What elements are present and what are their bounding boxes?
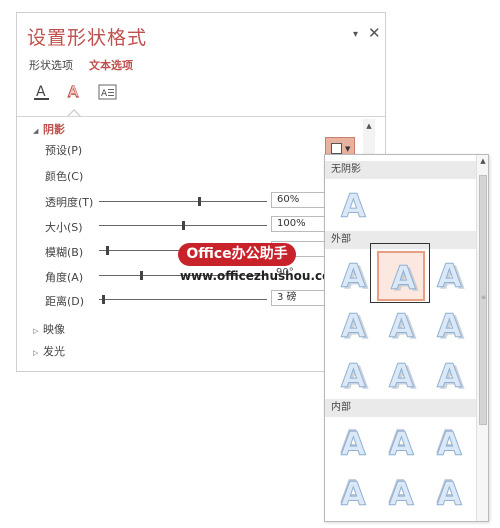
preset-label: 预设(P) <box>45 144 83 157</box>
svg-text:A: A <box>341 357 366 395</box>
hover-highlight-frame <box>370 243 430 303</box>
shadow-preset-outer-5[interactable]: AA <box>377 301 425 351</box>
svg-text:A: A <box>389 425 414 463</box>
section-shadow-label: 阴影 <box>43 123 65 136</box>
size-label: 大小(S) <box>45 221 83 234</box>
svg-text:A: A <box>341 187 366 225</box>
gallery-scroll-thumb[interactable]: ≡ <box>479 175 487 425</box>
watermark-badge: Office办公助手 <box>178 243 296 266</box>
close-icon[interactable]: ✕ <box>368 24 381 42</box>
text-effects-icon[interactable]: A A <box>63 81 85 103</box>
transparency-label: 透明度(T) <box>45 196 94 209</box>
svg-text:A: A <box>437 307 462 345</box>
slider-thumb[interactable] <box>182 221 185 230</box>
grip-icon: ≡ <box>481 294 487 301</box>
gallery-scrollbar[interactable]: ▲ ≡ <box>476 155 488 521</box>
text-fill-outline-icon[interactable]: A <box>31 81 53 103</box>
slider-thumb[interactable] <box>198 197 201 206</box>
shadow-preset-inner-5[interactable]: AA <box>377 469 425 519</box>
svg-text:A: A <box>341 475 366 513</box>
gallery-header-inner: 内部 <box>325 399 476 417</box>
preset-swatch-icon <box>331 143 342 154</box>
scroll-up-icon[interactable]: ▲ <box>363 120 375 132</box>
svg-text:A: A <box>437 475 462 513</box>
svg-text:A: A <box>341 307 366 345</box>
tab-divider <box>17 116 385 117</box>
distance-input[interactable]: 3 磅 <box>271 290 331 306</box>
shadow-preset-inner-3[interactable]: AA <box>425 419 473 469</box>
textbox-icon[interactable]: A <box>97 81 119 103</box>
slider-thumb[interactable] <box>106 246 109 255</box>
gallery-header-none: 无阴影 <box>325 161 476 179</box>
distance-label: 距离(D) <box>45 295 85 308</box>
screenshot-stage: 设置形状格式 ▾ ✕ 形状选项 文本选项 A A A A ▲ ◢ 阴影 预设(P… <box>0 0 500 528</box>
svg-text:A: A <box>341 257 366 295</box>
distance-slider[interactable] <box>99 295 267 304</box>
section-shadow-header[interactable]: ◢ 阴影 <box>33 121 65 137</box>
collapsed-triangle-icon: ▷ <box>33 327 39 335</box>
color-label: 颜色(C) <box>45 170 84 183</box>
section-reflection-header[interactable]: ▷ 映像 <box>33 321 65 337</box>
shadow-preset-inner-1[interactable]: AA <box>329 419 377 469</box>
shadow-preset-outer-6[interactable]: AA <box>425 301 473 351</box>
transparency-input[interactable]: 60% <box>271 192 331 208</box>
svg-text:A: A <box>389 475 414 513</box>
shadow-preset-outer-4[interactable]: AA <box>329 301 377 351</box>
svg-text:A: A <box>437 257 462 295</box>
svg-text:A: A <box>101 89 108 99</box>
shadow-preset-gallery: 无阴影 外部 内部 AAAAAAAAAAAAAAAAAAAAAAAAAAAAAA… <box>324 154 489 522</box>
svg-text:A: A <box>437 425 462 463</box>
pane-title: 设置形状格式 <box>27 27 148 49</box>
tab-shape-options[interactable]: 形状选项 <box>29 57 73 73</box>
shadow-preset-outer-9[interactable]: AA <box>425 351 473 401</box>
svg-text:A: A <box>69 85 78 100</box>
svg-text:A: A <box>36 84 46 100</box>
section-glow-header[interactable]: ▷ 发光 <box>33 343 65 359</box>
transparency-slider[interactable] <box>99 197 267 206</box>
svg-text:A: A <box>437 357 462 395</box>
expanded-triangle-icon: ◢ <box>33 127 39 135</box>
angle-label: 角度(A) <box>45 271 84 284</box>
shadow-preset-none-1[interactable]: A <box>329 181 377 231</box>
scroll-up-icon[interactable]: ▲ <box>477 157 489 165</box>
size-slider[interactable] <box>99 221 267 230</box>
watermark-url: www.officezhushou.com <box>180 269 343 283</box>
chevron-down-icon: ▼ <box>345 145 351 153</box>
pane-options-dropdown-icon[interactable]: ▾ <box>353 29 358 40</box>
blur-label: 模糊(B) <box>45 246 84 259</box>
collapsed-triangle-icon: ▷ <box>33 349 39 357</box>
slider-thumb[interactable] <box>140 271 143 280</box>
svg-text:A: A <box>389 357 414 395</box>
slider-thumb[interactable] <box>102 295 105 304</box>
svg-text:A: A <box>389 307 414 345</box>
shadow-preset-outer-8[interactable]: AA <box>377 351 425 401</box>
section-glow-label: 发光 <box>43 345 65 358</box>
shadow-preset-inner-4[interactable]: AA <box>329 469 377 519</box>
shadow-preset-outer-7[interactable]: AA <box>329 351 377 401</box>
shadow-preset-inner-2[interactable]: AA <box>377 419 425 469</box>
shadow-preset-inner-6[interactable]: AA <box>425 469 473 519</box>
size-input[interactable]: 100% <box>271 216 331 232</box>
shadow-preset-outer-3[interactable]: AA <box>425 251 473 301</box>
section-reflection-label: 映像 <box>43 323 65 336</box>
svg-text:A: A <box>341 425 366 463</box>
angle-input[interactable]: 90° <box>276 267 294 278</box>
tab-text-options[interactable]: 文本选项 <box>89 57 133 73</box>
